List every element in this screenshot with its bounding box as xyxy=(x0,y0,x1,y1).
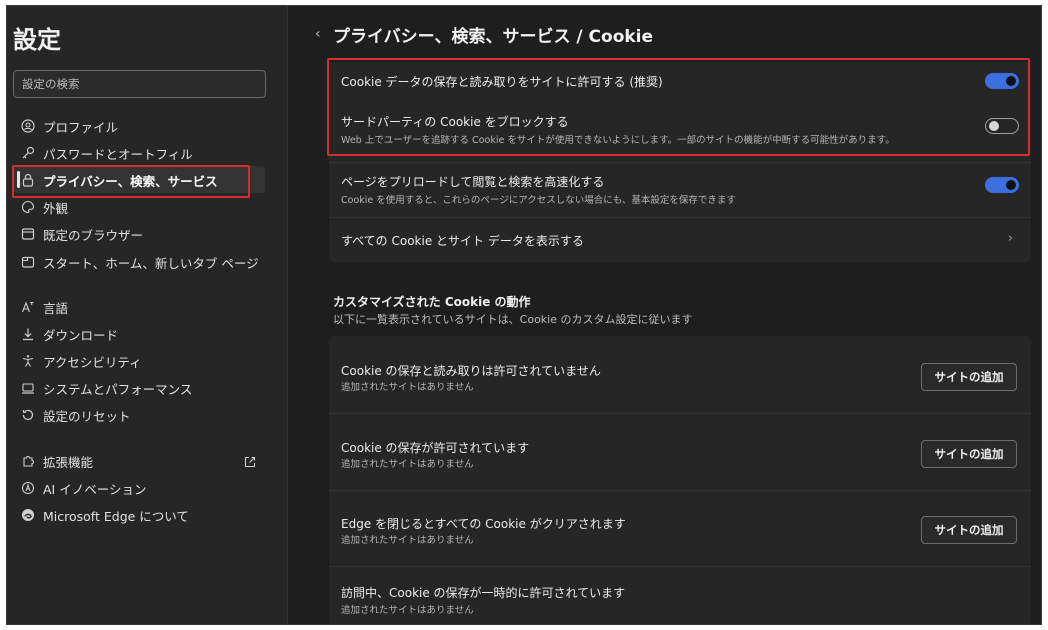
accessibility-icon xyxy=(21,354,35,368)
key-icon xyxy=(21,146,35,160)
sidebar-item-languages[interactable]: 言語 xyxy=(21,296,68,318)
sidebar-item-appearance[interactable]: 外観 xyxy=(21,196,68,218)
custom-cookie-card: Cookie の保存と読み取りは許可されていません 追加されたサイトはありません… xyxy=(329,336,1031,624)
clear-on-exit-empty: 追加されたサイトはありません xyxy=(341,535,474,546)
chevron-right-icon: › xyxy=(1007,231,1013,246)
system-icon xyxy=(21,381,35,395)
edge-icon xyxy=(21,508,35,522)
divider xyxy=(329,413,1031,414)
sidebar-item-label: 外観 xyxy=(43,200,69,216)
temporary-allowed-empty: 追加されたサイトはありません xyxy=(341,605,474,616)
sidebar-title: 設定 xyxy=(13,26,61,54)
sidebar-item-label: Microsoft Edge について xyxy=(43,508,189,524)
view-all-cookies-row[interactable]: すべての Cookie とサイト データを表示する › xyxy=(329,218,1031,262)
sidebar-item-label: 拡張機能 xyxy=(43,454,94,470)
sidebar-item-label: AI イノベーション xyxy=(43,481,147,497)
main-content: ‹ プライバシー、検索、サービス / Cookie Cookie データの保存と… xyxy=(287,6,1041,624)
section-description: 以下に一覧表示されているサイトは、Cookie のカスタム設定に従います xyxy=(333,313,693,326)
sidebar-item-start-home[interactable]: スタート、ホーム、新しいタブ ページ xyxy=(21,251,259,273)
add-blocked-site-button[interactable]: サイトの追加 xyxy=(921,363,1017,391)
sidebar-item-label: 言語 xyxy=(43,300,69,316)
sidebar-item-accessibility[interactable]: アクセシビリティ xyxy=(21,350,142,372)
profile-icon xyxy=(21,119,35,133)
browser-icon xyxy=(21,227,35,241)
add-allowed-site-button[interactable]: サイトの追加 xyxy=(921,440,1017,468)
sidebar-item-label: プロファイル xyxy=(43,119,119,135)
sidebar-item-passwords[interactable]: パスワードとオートフィル xyxy=(21,142,193,164)
sidebar-item-about-edge[interactable]: Microsoft Edge について xyxy=(21,504,189,526)
sidebar-item-label: スタート、ホーム、新しいタブ ページ xyxy=(43,255,259,271)
sidebar-item-label: 既定のブラウザー xyxy=(43,227,144,243)
appearance-icon xyxy=(21,200,35,214)
temporary-allowed-label: 訪問中、Cookie の保存が一時的に許可されています xyxy=(341,586,626,600)
home-tab-icon xyxy=(21,255,35,269)
extensions-icon xyxy=(21,454,35,468)
divider xyxy=(329,490,1031,491)
sidebar-item-label: 設定のリセット xyxy=(43,408,131,424)
sidebar-item-label: システムとパフォーマンス xyxy=(43,381,193,397)
highlight-annotation-box xyxy=(327,58,1030,156)
reset-icon xyxy=(21,408,35,422)
allowed-sites-label: Cookie の保存が許可されています xyxy=(341,441,530,455)
ai-icon xyxy=(21,481,35,495)
allowed-sites-empty: 追加されたサイトはありません xyxy=(341,459,474,470)
preload-pages-description: Cookie を使用すると、これらのページにアクセスしない場合にも、基本設定を保… xyxy=(341,195,736,206)
sidebar-item-profile[interactable]: プロファイル xyxy=(21,115,118,137)
sidebar-item-label: ダウンロード xyxy=(43,327,119,343)
section-title: カスタマイズされた Cookie の動作 xyxy=(333,295,531,309)
clear-on-exit-label: Edge を閉じるとすべての Cookie がクリアされます xyxy=(341,517,626,531)
language-icon xyxy=(21,300,35,314)
sidebar-item-system[interactable]: システムとパフォーマンス xyxy=(21,377,192,399)
external-link-icon[interactable] xyxy=(243,454,257,468)
highlight-annotation-box xyxy=(12,165,250,198)
view-all-cookies-label: すべての Cookie とサイト データを表示する xyxy=(341,234,584,248)
chevron-left-icon[interactable]: ‹ xyxy=(315,26,321,42)
add-clear-on-exit-site-button[interactable]: サイトの追加 xyxy=(921,516,1017,544)
sidebar-item-downloads[interactable]: ダウンロード xyxy=(21,323,118,345)
sidebar-item-default-browser[interactable]: 既定のブラウザー xyxy=(21,223,143,245)
divider xyxy=(329,162,1031,163)
settings-search-input[interactable]: 設定の検索 xyxy=(13,70,266,98)
download-icon xyxy=(21,327,35,341)
settings-window: 設定 設定の検索 プロファイル パスワードとオートフィル プライバシー、検索、サ… xyxy=(6,5,1042,625)
divider xyxy=(329,566,1031,567)
sidebar-item-reset[interactable]: 設定のリセット xyxy=(21,404,131,426)
sidebar-item-label: パスワードとオートフィル xyxy=(43,146,193,162)
sidebar-item-ai-innovation[interactable]: AI イノベーション xyxy=(21,477,146,499)
sidebar: 設定 設定の検索 プロファイル パスワードとオートフィル プライバシー、検索、サ… xyxy=(7,6,287,624)
blocked-sites-label: Cookie の保存と読み取りは許可されていません xyxy=(341,364,601,378)
preload-pages-toggle[interactable] xyxy=(985,177,1019,193)
sidebar-item-label: アクセシビリティ xyxy=(43,354,142,370)
sidebar-item-extensions[interactable]: 拡張機能 xyxy=(21,450,93,472)
preload-pages-label: ページをプリロードして閲覧と検索を高速化する xyxy=(341,175,605,189)
blocked-sites-empty: 追加されたサイトはありません xyxy=(341,382,474,393)
page-title: プライバシー、検索、サービス / Cookie xyxy=(333,27,654,47)
